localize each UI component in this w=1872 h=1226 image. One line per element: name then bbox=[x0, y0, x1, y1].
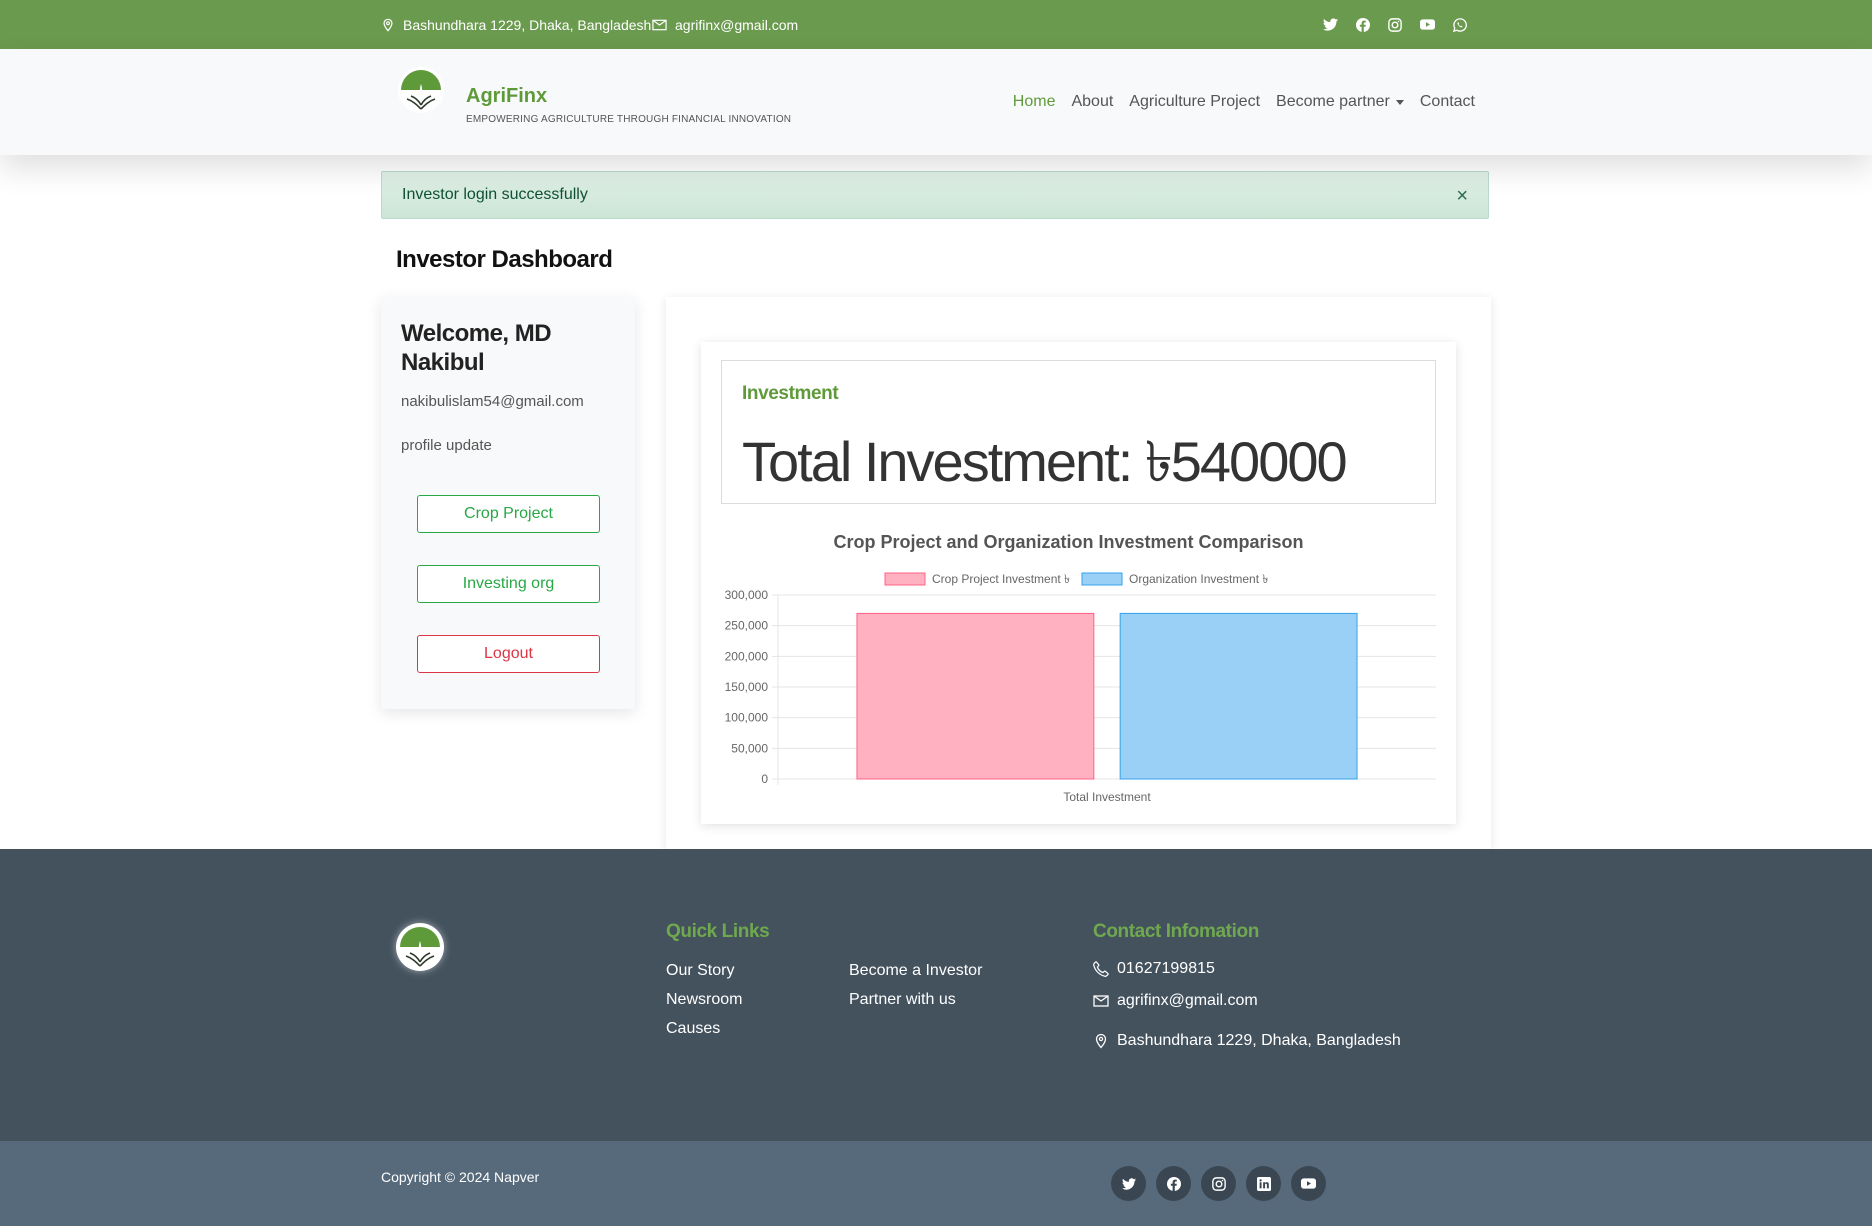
top-info-bar: Bashundhara 1229, Dhaka, Bangladesh agri… bbox=[0, 0, 1872, 49]
linkedin-icon[interactable] bbox=[1246, 1166, 1281, 1201]
footer-link-our-story[interactable]: Our Story bbox=[666, 962, 734, 980]
youtube-icon[interactable] bbox=[1420, 19, 1435, 30]
nav-become-partner-dropdown[interactable]: Become partner bbox=[1268, 93, 1412, 111]
bottom-bar: Copyright © 2024 Napver bbox=[0, 1141, 1872, 1226]
topbar-email-text: agrifinx@gmail.com bbox=[675, 16, 799, 33]
page-title: Investor Dashboard bbox=[396, 246, 613, 273]
welcome-heading: Welcome, MD Nakibul bbox=[401, 320, 552, 376]
y-tick-label: 200,000 bbox=[725, 649, 769, 663]
twitter-icon[interactable] bbox=[1323, 18, 1338, 31]
y-tick-label: 100,000 bbox=[725, 711, 769, 725]
crop-project-button[interactable]: Crop Project bbox=[417, 495, 600, 533]
location-icon bbox=[1093, 1033, 1109, 1049]
envelope-icon bbox=[652, 19, 667, 31]
y-tick-label: 0 bbox=[761, 772, 768, 786]
footer-email[interactable]: agrifinx@gmail.com bbox=[1093, 992, 1258, 1010]
user-email: nakibulislam54@gmail.com bbox=[401, 393, 584, 410]
facebook-icon[interactable] bbox=[1356, 17, 1370, 32]
nav-agriculture-project[interactable]: Agriculture Project bbox=[1121, 93, 1268, 111]
instagram-icon[interactable] bbox=[1388, 17, 1402, 32]
footer-email-text: agrifinx@gmail.com bbox=[1117, 992, 1258, 1009]
y-tick-label: 50,000 bbox=[731, 741, 768, 755]
nav-about[interactable]: About bbox=[1063, 93, 1121, 111]
investment-card: Investment Total Investment: ৳540000 Cro… bbox=[701, 342, 1456, 824]
footer-link-causes[interactable]: Causes bbox=[666, 1020, 720, 1038]
topbar-address-text: Bashundhara 1229, Dhaka, Bangladesh bbox=[403, 16, 652, 33]
investing-org-button[interactable]: Investing org bbox=[417, 565, 600, 603]
footer: Quick Links Our Story Newsroom Causes Be… bbox=[0, 849, 1872, 1141]
legend-label: Crop Project Investment ৳ bbox=[932, 572, 1070, 586]
caret-down-icon bbox=[1395, 99, 1404, 105]
profile-update-link[interactable]: profile update bbox=[401, 437, 492, 454]
footer-address-text: Bashundhara 1229, Dhaka, Bangladesh bbox=[1117, 1032, 1401, 1049]
brand-name: AgriFinx bbox=[466, 85, 548, 107]
footer-link-newsroom[interactable]: Newsroom bbox=[666, 991, 742, 1009]
nav-links: Home About Agriculture Project Become pa… bbox=[1005, 49, 1483, 155]
nav-become-partner-label: Become partner bbox=[1276, 93, 1390, 110]
phone-icon bbox=[1093, 961, 1109, 977]
agrifinx-logo-icon bbox=[398, 67, 444, 113]
footer-phone-text: 01627199815 bbox=[1117, 960, 1215, 977]
legend-swatch bbox=[884, 572, 926, 586]
brand-text: AgriFinx EMPOWERING AGRICULTURE THROUGH … bbox=[466, 67, 791, 125]
footer-link-partner[interactable]: Partner with us bbox=[849, 991, 956, 1009]
topbar-email[interactable]: agrifinx@gmail.com bbox=[652, 0, 798, 49]
bottom-socials bbox=[1111, 1166, 1326, 1201]
envelope-icon bbox=[1093, 995, 1109, 1007]
bar bbox=[856, 612, 1095, 780]
legend-label: Organization Investment ৳ bbox=[1129, 572, 1268, 586]
nav-home[interactable]: Home bbox=[1005, 93, 1064, 111]
legend-swatch bbox=[1081, 572, 1123, 586]
footer-address: Bashundhara 1229, Dhaka, Bangladesh bbox=[1093, 1032, 1401, 1050]
main-navbar: AgriFinx EMPOWERING AGRICULTURE THROUGH … bbox=[0, 49, 1872, 155]
footer-logo-icon[interactable] bbox=[396, 923, 444, 971]
topbar-socials bbox=[1323, 0, 1467, 49]
instagram-icon[interactable] bbox=[1201, 1166, 1236, 1201]
youtube-icon[interactable] bbox=[1291, 1166, 1326, 1201]
topbar-address: Bashundhara 1229, Dhaka, Bangladesh bbox=[381, 0, 651, 49]
whatsapp-icon[interactable] bbox=[1453, 17, 1467, 32]
y-tick-label: 150,000 bbox=[725, 680, 769, 694]
investment-bar-chart: 300,000 250,000 200,000 150,000 100,000 50,00… bbox=[725, 572, 1436, 804]
close-icon[interactable]: × bbox=[1456, 186, 1468, 206]
twitter-icon[interactable] bbox=[1111, 1166, 1146, 1201]
brand-tagline: EMPOWERING AGRICULTURE THROUGH FINANCIAL… bbox=[466, 114, 792, 125]
footer-link-become-investor[interactable]: Become a Investor bbox=[849, 962, 982, 980]
location-icon bbox=[381, 18, 395, 32]
facebook-icon[interactable] bbox=[1156, 1166, 1191, 1201]
dashboard-main-card: Investment Total Investment: ৳540000 Cro… bbox=[666, 297, 1491, 849]
success-alert: Investor login successfully × bbox=[381, 171, 1489, 219]
nav-contact[interactable]: Contact bbox=[1412, 93, 1483, 111]
logout-button[interactable]: Logout bbox=[417, 635, 600, 673]
footer-phone[interactable]: 01627199815 bbox=[1093, 960, 1215, 978]
y-tick-label: 300,000 bbox=[725, 588, 769, 602]
contact-info-title: Contact Infomation bbox=[1093, 921, 1259, 942]
profile-card: Welcome, MD Nakibul nakibulislam54@gmail… bbox=[381, 297, 635, 709]
x-tick-label: Total Investment bbox=[1063, 790, 1151, 804]
copyright-text: Copyright © 2024 Napver bbox=[381, 1169, 540, 1185]
y-tick-label: 250,000 bbox=[725, 619, 769, 633]
brand[interactable]: AgriFinx EMPOWERING AGRICULTURE THROUGH … bbox=[398, 67, 791, 125]
bar bbox=[1119, 612, 1358, 780]
alert-message: Investor login successfully bbox=[402, 186, 588, 203]
quick-links-title: Quick Links bbox=[666, 921, 770, 942]
